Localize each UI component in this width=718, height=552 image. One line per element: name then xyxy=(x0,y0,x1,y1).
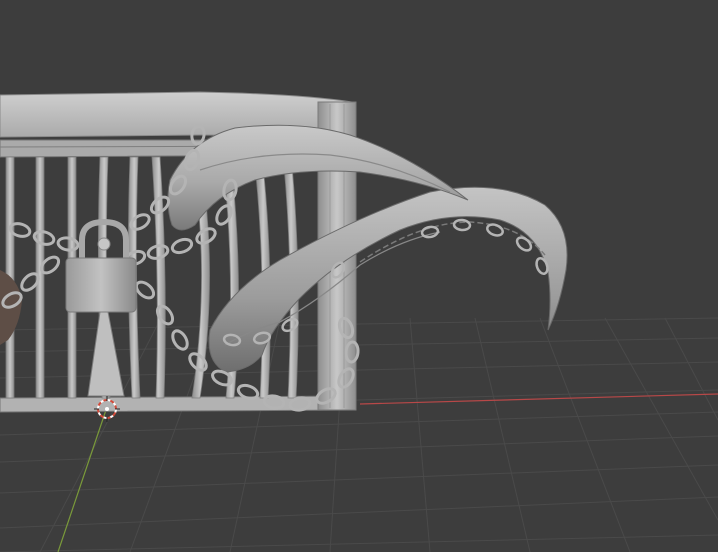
x-axis-line xyxy=(359,393,718,405)
padlock-tag xyxy=(87,311,125,397)
padlock-body xyxy=(65,257,137,313)
3d-viewport[interactable] xyxy=(0,0,718,552)
viewport-canvas[interactable] xyxy=(0,0,718,552)
y-axis-line xyxy=(57,409,107,552)
padlock-top-ball xyxy=(97,237,111,251)
